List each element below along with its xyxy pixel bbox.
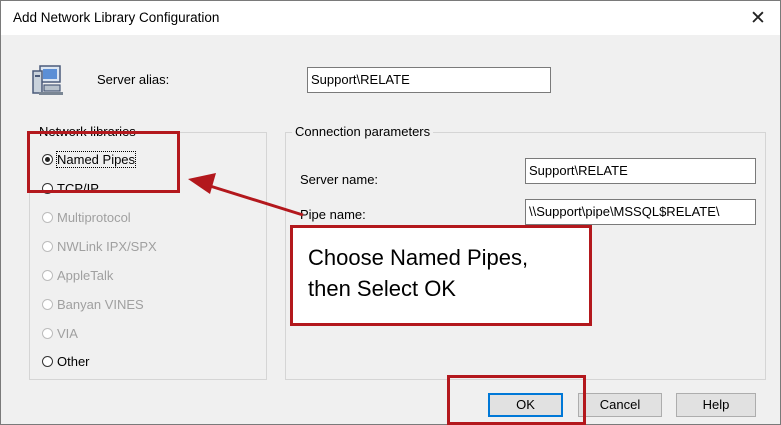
radio-label: Multiprotocol bbox=[57, 210, 131, 225]
radio-other[interactable]: Other bbox=[42, 354, 90, 369]
connection-parameters-caption: Connection parameters bbox=[292, 124, 434, 139]
pipe-name-label: Pipe name: bbox=[300, 207, 366, 222]
radio-nwlink: NWLink IPX/SPX bbox=[42, 239, 157, 254]
radio-indicator bbox=[42, 212, 53, 223]
radio-label: NWLink IPX/SPX bbox=[57, 239, 157, 254]
pipe-name-input[interactable]: \\Support\pipe\MSSQL$RELATE\ bbox=[525, 199, 756, 225]
ok-highlight bbox=[447, 375, 586, 425]
radio-indicator bbox=[42, 356, 53, 367]
title-bar: Add Network Library Configuration ✕ bbox=[1, 1, 780, 35]
radio-label: Other bbox=[57, 354, 90, 369]
radio-label: VIA bbox=[57, 326, 78, 341]
radio-label: AppleTalk bbox=[57, 268, 114, 283]
close-icon[interactable]: ✕ bbox=[736, 1, 780, 35]
window-title: Add Network Library Configuration bbox=[13, 10, 220, 25]
radio-indicator bbox=[42, 270, 53, 281]
radio-indicator bbox=[42, 241, 53, 252]
server-name-label: Server name: bbox=[300, 172, 379, 187]
dialog-window: Add Network Library Configuration ✕ Serv… bbox=[0, 0, 781, 425]
help-button[interactable]: Help bbox=[676, 393, 756, 417]
server-alias-label: Server alias: bbox=[97, 72, 170, 87]
annotation-arrow-icon bbox=[188, 173, 304, 217]
annotation-callout: Choose Named Pipes, then Select OK bbox=[290, 225, 592, 326]
radio-banyan-vines: Banyan VINES bbox=[42, 297, 144, 312]
radio-label: Banyan VINES bbox=[57, 297, 144, 312]
cancel-button[interactable]: Cancel bbox=[578, 393, 662, 417]
radio-via: VIA bbox=[42, 326, 78, 341]
server-computer-icon bbox=[32, 65, 63, 95]
radio-appletalk: AppleTalk bbox=[42, 268, 113, 283]
radio-indicator bbox=[42, 299, 53, 310]
server-alias-input[interactable]: Support\RELATE bbox=[307, 67, 551, 93]
radio-indicator bbox=[42, 328, 53, 339]
server-name-input[interactable]: Support\RELATE bbox=[525, 158, 756, 184]
radio-multiprotocol: Multiprotocol bbox=[42, 210, 131, 225]
annotation-line-1: Choose Named Pipes, bbox=[308, 245, 529, 270]
named-pipes-highlight bbox=[27, 131, 180, 193]
annotation-line-2: then Select OK bbox=[308, 276, 456, 301]
